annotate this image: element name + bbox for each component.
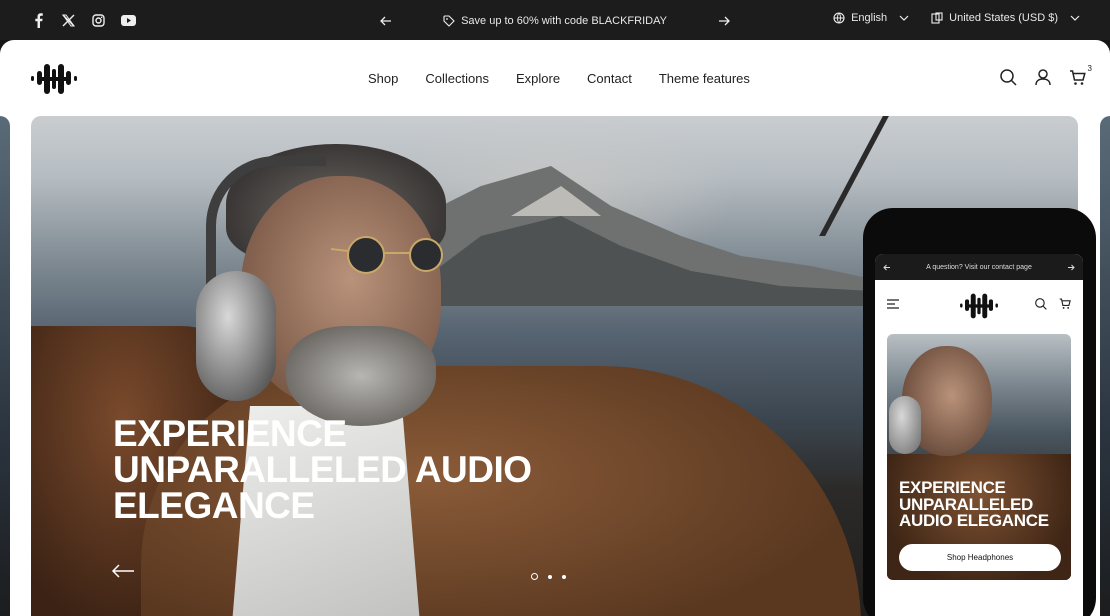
cart-icon (1070, 69, 1086, 85)
account-icon[interactable] (1035, 69, 1051, 86)
youtube-icon[interactable] (120, 12, 136, 28)
main-nav: Shop Collections Explore Contact Theme f… (368, 71, 750, 86)
promo-message: Save up to 60% with code BLACKFRIDAY (443, 15, 667, 27)
next-slide-peek (1100, 116, 1110, 616)
mobile-hero-heading-line: AUDIO ELEGANCE (899, 511, 1049, 530)
mobile-preview-device: A question? Visit our contact page EXPER… (863, 208, 1096, 616)
mobile-header-actions (1035, 298, 1071, 310)
promo-text: Save up to 60% with code BLACKFRIDAY (461, 15, 667, 27)
promo-carousel: Save up to 60% with code BLACKFRIDAY (380, 12, 730, 30)
nav-theme-features[interactable]: Theme features (659, 71, 750, 86)
language-label: English (851, 12, 888, 24)
slide-dot[interactable] (548, 574, 552, 579)
instagram-icon[interactable] (90, 12, 106, 28)
social-links (30, 12, 136, 28)
mobile-hero-image-headphones (889, 396, 921, 454)
slide-dots (531, 573, 566, 580)
tag-icon (443, 15, 455, 27)
slide-dot-active[interactable] (531, 573, 538, 580)
promo-next-arrow-icon[interactable] (718, 16, 730, 26)
brand-logo[interactable] (30, 62, 78, 96)
mobile-announcement-bar: A question? Visit our contact page (875, 254, 1083, 280)
slide-prev-arrow-icon[interactable] (111, 564, 135, 578)
facebook-icon[interactable] (30, 12, 46, 28)
x-icon[interactable] (60, 12, 76, 28)
nav-shop[interactable]: Shop (368, 71, 398, 86)
slide-dot[interactable] (562, 574, 566, 579)
hero-heading-line: ELEGANCE (113, 485, 315, 526)
hero-image-beard (286, 326, 436, 426)
country-label: United States (USD $) (949, 12, 1058, 24)
cart-count: 3 (1087, 63, 1092, 73)
hero-heading-line: EXPERIENCE (113, 413, 347, 454)
hero-image-headphones (196, 271, 276, 401)
mobile-hero-heading: EXPERIENCE UNPARALLELED AUDIO ELEGANCE (899, 479, 1049, 530)
promo-prev-arrow-icon[interactable] (380, 16, 392, 26)
shop-headphones-button: Shop Headphones (899, 544, 1061, 571)
nav-explore[interactable]: Explore (516, 71, 560, 86)
mobile-search-icon (1035, 298, 1047, 310)
nav-contact[interactable]: Contact (587, 71, 632, 86)
locale-selectors: English United States (USD $) (833, 12, 1080, 24)
cart-button[interactable]: 3 (1069, 64, 1092, 86)
language-selector[interactable]: English (833, 12, 909, 24)
chevron-down-icon (899, 15, 909, 21)
currency-icon (931, 12, 943, 24)
hero-image-sunglasses (331, 236, 443, 274)
header-actions: 3 (1000, 64, 1092, 86)
nav-collections[interactable]: Collections (425, 71, 489, 86)
announcement-bar: Save up to 60% with code BLACKFRIDAY Eng… (0, 0, 1110, 40)
mobile-hero: EXPERIENCE UNPARALLELED AUDIO ELEGANCE S… (887, 334, 1071, 580)
mobile-header (875, 280, 1083, 330)
arrow-left-icon (883, 264, 890, 270)
hero-heading: EXPERIENCE UNPARALLELED AUDIO ELEGANCE (113, 413, 532, 526)
hamburger-menu-icon (887, 299, 899, 309)
mobile-preview-screen: A question? Visit our contact page EXPER… (875, 254, 1083, 616)
hero-heading-line: UNPARALLELED AUDIO (113, 449, 532, 490)
globe-icon (833, 12, 845, 24)
storefront-page: Shop Collections Explore Contact Theme f… (0, 40, 1110, 616)
arrow-right-icon (1067, 264, 1075, 270)
chevron-down-icon (1070, 15, 1080, 21)
search-icon[interactable] (1000, 69, 1017, 86)
previous-slide-peek (0, 116, 10, 616)
mobile-brand-logo (960, 293, 998, 319)
country-selector[interactable]: United States (USD $) (931, 12, 1080, 24)
mobile-cart-icon (1059, 298, 1071, 309)
site-header: Shop Collections Explore Contact Theme f… (0, 40, 1110, 116)
mobile-announcement-text: A question? Visit our contact page (926, 263, 1032, 271)
